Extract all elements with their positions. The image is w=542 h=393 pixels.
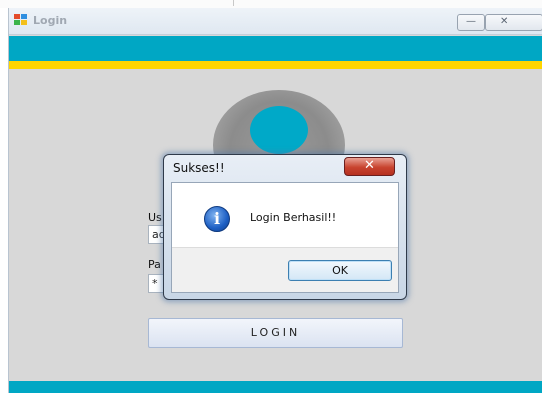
login-window: Login — ✕ Us ad Pa * LOGIN Sukses!! ✕ i … bbox=[8, 8, 542, 393]
close-icon: ✕ bbox=[500, 16, 509, 27]
close-button[interactable]: ✕ bbox=[485, 14, 542, 31]
message-box: Sukses!! ✕ i Login Berhasil!! OK bbox=[163, 154, 407, 300]
password-label: Pa bbox=[148, 258, 161, 271]
username-label: Us bbox=[148, 211, 162, 224]
window-title: Login bbox=[33, 14, 68, 27]
minimize-icon: — bbox=[466, 16, 476, 27]
app-icon bbox=[14, 14, 28, 26]
dialog-footer: OK bbox=[172, 247, 398, 292]
title-bar: Login — ✕ bbox=[9, 8, 542, 35]
dialog-close-button[interactable]: ✕ bbox=[344, 157, 395, 176]
dialog-message: Login Berhasil!! bbox=[250, 211, 337, 224]
background-window-strip bbox=[0, 0, 542, 8]
strip-divider bbox=[233, 0, 234, 6]
header-accent-stripe bbox=[9, 61, 542, 69]
login-button[interactable]: LOGIN bbox=[148, 318, 403, 348]
close-icon: ✕ bbox=[364, 158, 375, 173]
footer-banner bbox=[9, 381, 542, 393]
dialog-body: i Login Berhasil!! OK bbox=[171, 182, 399, 293]
dialog-title: Sukses!! bbox=[173, 161, 225, 175]
header-banner bbox=[9, 36, 542, 61]
minimize-button[interactable]: — bbox=[457, 14, 485, 31]
information-icon: i bbox=[204, 206, 230, 232]
ok-button[interactable]: OK bbox=[288, 260, 392, 281]
